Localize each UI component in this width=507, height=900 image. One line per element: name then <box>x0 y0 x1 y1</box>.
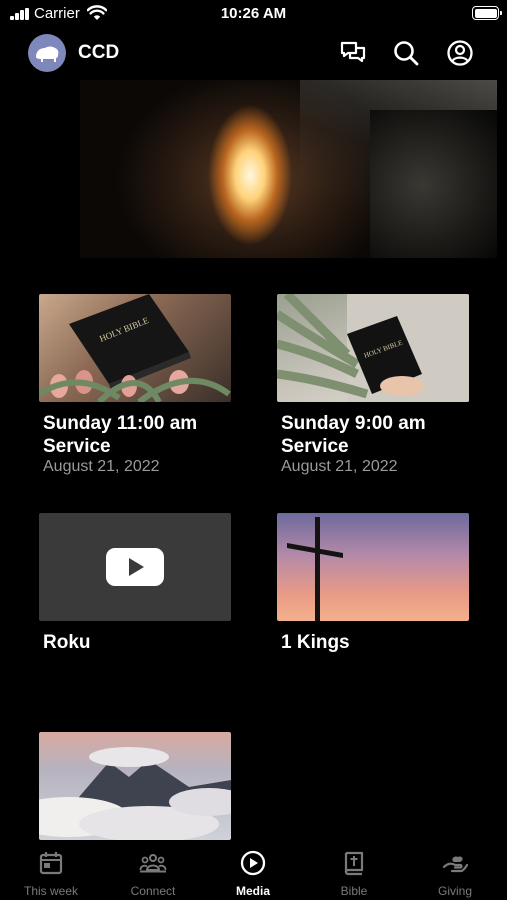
profile-icon[interactable] <box>446 39 474 67</box>
chat-icon[interactable] <box>339 39 367 67</box>
tab-bar: This week Connect Media Bible Giving <box>0 842 507 900</box>
hero-banner-empty-tomb[interactable] <box>80 80 497 258</box>
tab-label: Media <box>235 884 270 898</box>
church-logo[interactable] <box>28 34 66 72</box>
search-icon[interactable] <box>392 39 420 67</box>
youtube-play-icon <box>39 513 231 621</box>
card-title: Sunday 11:00 am Service <box>43 413 198 457</box>
status-bar: Carrier 10:26 AM <box>0 0 507 28</box>
battery-icon <box>472 6 502 20</box>
person-holding-bible-image: HOLY BIBLE <box>277 294 469 402</box>
bison-icon <box>36 46 59 62</box>
people-icon <box>139 854 167 873</box>
tab-label: Bible <box>340 884 368 898</box>
tab-this-week[interactable]: This week <box>1 842 101 900</box>
card-title: 1 Kings <box>281 632 350 653</box>
card-title: Roku <box>43 632 91 653</box>
status-time: 10:26 AM <box>220 5 287 22</box>
app-title: CCD <box>78 42 120 63</box>
tab-giving[interactable]: Giving <box>405 842 505 900</box>
card-date: August 21, 2022 <box>281 458 398 475</box>
card-title: Sunday 9:00 am Service <box>281 413 426 457</box>
tab-label: This week <box>23 884 79 898</box>
cross-sunset-image <box>277 513 469 621</box>
tab-bible[interactable]: Bible <box>304 842 404 900</box>
tab-media[interactable]: Media <box>203 842 303 900</box>
calendar-icon <box>39 852 63 875</box>
card-date: August 21, 2022 <box>43 458 160 475</box>
tab-label: Giving <box>437 884 472 898</box>
tab-connect[interactable]: Connect <box>103 842 203 900</box>
giving-hand-icon <box>442 856 468 873</box>
tab-label: Connect <box>130 884 176 898</box>
app-header: CCD <box>0 32 507 74</box>
holy-bible-tulips-image: HOLY BIBLE <box>39 294 231 402</box>
play-circle-icon <box>240 850 266 876</box>
mountain-clouds-image <box>39 732 231 840</box>
bible-icon <box>344 851 364 876</box>
